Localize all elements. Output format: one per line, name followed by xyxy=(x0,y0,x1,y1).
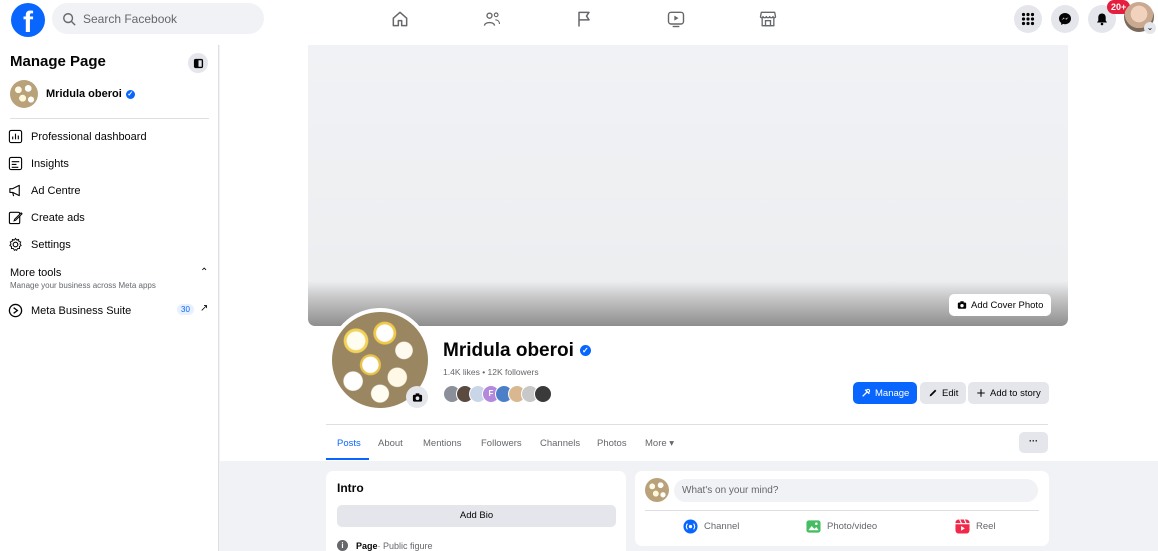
page-category: · Public figure xyxy=(377,540,433,551)
page-stats[interactable]: 1.4K likes • 12K followers xyxy=(443,367,539,377)
dashboard-icon xyxy=(8,129,23,144)
sidebar-page-link[interactable]: Mridula oberoi ✓ xyxy=(10,80,135,108)
messenger-icon[interactable] xyxy=(1051,5,1079,33)
verified-badge-icon: ✓ xyxy=(125,89,135,99)
search-icon xyxy=(63,12,76,26)
sidebar-page-name: Mridula oberoi ✓ xyxy=(46,88,135,100)
composer-avatar[interactable] xyxy=(645,478,669,502)
composer-divider xyxy=(645,510,1039,511)
edit-button[interactable]: Edit xyxy=(920,382,967,404)
sidebar-item-professional-dashboard[interactable]: Professional dashboard xyxy=(8,129,147,144)
reel-icon xyxy=(955,519,970,534)
megaphone-icon xyxy=(9,184,20,197)
plus-icon xyxy=(977,389,985,397)
flag-icon[interactable] xyxy=(571,7,597,31)
collapse-sidebar-icon[interactable] xyxy=(188,53,208,73)
channel-button[interactable]: Channel xyxy=(683,519,739,534)
tab-channels[interactable]: Channels xyxy=(540,438,580,449)
reel-button[interactable]: Reel xyxy=(955,519,996,534)
cover-photo-area xyxy=(308,45,1068,326)
manage-page-sidebar: Manage Page Mridula oberoi ✓ Professional… xyxy=(0,45,219,551)
photo-video-button[interactable]: Photo/video xyxy=(806,519,877,534)
chevron-up-icon[interactable]: ⌃ xyxy=(200,267,208,278)
facebook-logo[interactable]: f xyxy=(11,3,45,37)
verified-badge-icon: ✓ xyxy=(579,345,591,357)
sidebar-item-label: Insights xyxy=(31,157,69,170)
follower-avatar[interactable] xyxy=(534,385,552,403)
tab-mentions[interactable]: Mentions xyxy=(423,438,462,449)
page-category-row: i Page · Public figure xyxy=(337,540,433,551)
active-tab-indicator xyxy=(326,458,369,460)
more-tools-subtitle: Manage your business across Meta apps xyxy=(10,281,156,290)
sidebar-item-create-ads[interactable]: Create ads xyxy=(8,210,85,225)
gear-icon xyxy=(9,237,22,251)
menu-grid-icon[interactable] xyxy=(1014,5,1042,33)
sidebar-item-label: Ad Centre xyxy=(31,184,81,197)
page-type-label: Page xyxy=(356,540,378,551)
intro-title: Intro xyxy=(337,481,364,495)
follower-avatars[interactable]: F xyxy=(443,385,552,403)
tab-posts[interactable]: Posts xyxy=(337,438,361,449)
video-icon[interactable] xyxy=(663,7,689,31)
business-suite-count-badge: 30 xyxy=(177,304,194,315)
info-icon: i xyxy=(337,540,348,551)
external-link-icon[interactable]: ↗ xyxy=(200,303,208,314)
camera-icon xyxy=(957,301,967,309)
pencil-icon xyxy=(929,389,937,397)
sidebar-item-label: Meta Business Suite xyxy=(31,304,132,317)
more-tools-heading[interactable]: More tools xyxy=(10,267,61,279)
tabs-divider xyxy=(326,424,1048,425)
search-input[interactable] xyxy=(83,11,253,26)
sidebar-item-label: Professional dashboard xyxy=(31,130,147,143)
sidebar-item-settings[interactable]: Settings xyxy=(8,237,71,252)
friends-icon[interactable] xyxy=(479,7,505,31)
photo-icon xyxy=(806,520,821,533)
tab-more[interactable]: More ▾ xyxy=(645,438,674,449)
tools-icon xyxy=(862,388,871,397)
tab-about[interactable]: About xyxy=(378,438,403,449)
insights-icon xyxy=(8,156,23,171)
tab-photos[interactable]: Photos xyxy=(597,438,627,449)
marketplace-icon[interactable] xyxy=(755,7,781,31)
meta-business-suite-icon xyxy=(8,303,23,318)
sidebar-divider xyxy=(10,118,209,119)
more-options-button[interactable]: ··· xyxy=(1019,432,1048,453)
tab-followers[interactable]: Followers xyxy=(481,438,522,449)
whats-on-your-mind-input[interactable] xyxy=(674,479,1038,502)
chevron-down-icon[interactable]: ⌄ xyxy=(1144,22,1156,34)
page-avatar xyxy=(10,80,38,108)
sidebar-item-label: Create ads xyxy=(31,211,85,224)
sidebar-title: Manage Page xyxy=(10,53,106,70)
page-title: Mridula oberoi ✓ xyxy=(443,340,591,362)
manage-button[interactable]: Manage xyxy=(853,382,918,404)
camera-icon[interactable] xyxy=(406,386,428,408)
add-to-story-button[interactable]: Add to story xyxy=(968,382,1049,404)
channel-icon xyxy=(683,519,698,534)
add-cover-photo-button[interactable]: Add Cover Photo xyxy=(949,294,1052,316)
add-bio-button[interactable]: Add Bio xyxy=(337,505,616,527)
search-box[interactable] xyxy=(52,3,264,34)
sidebar-item-meta-business-suite[interactable]: Meta Business Suite xyxy=(8,303,131,318)
sidebar-item-insights[interactable]: Insights xyxy=(8,156,69,171)
pencil-icon xyxy=(8,211,23,225)
sidebar-item-label: Settings xyxy=(31,238,71,251)
sidebar-item-ad-centre[interactable]: Ad Centre xyxy=(8,183,81,198)
home-icon[interactable] xyxy=(387,7,413,31)
